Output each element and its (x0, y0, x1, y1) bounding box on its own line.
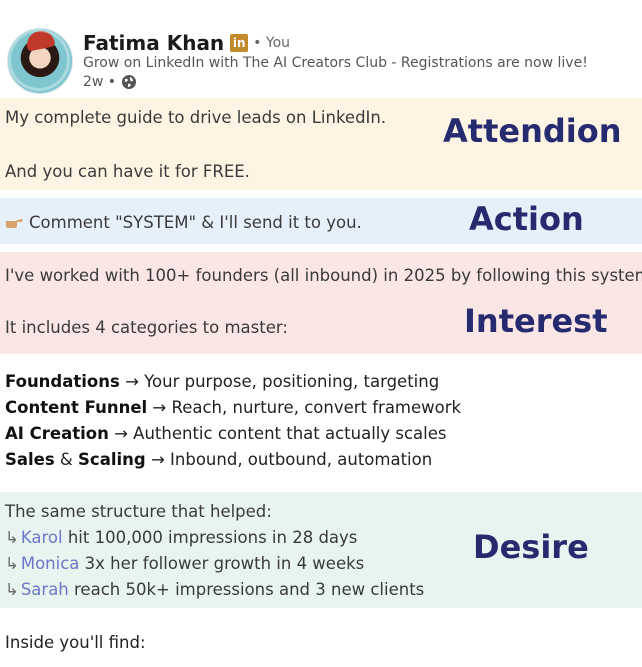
arrow-icon: ↳ (5, 580, 19, 599)
author-name[interactable]: Fatima Khan (83, 31, 224, 55)
post-time: 2w • (83, 74, 117, 90)
action-text: Comment "SYSTEM" & I'll send it to you. (29, 213, 362, 232)
desire-item-text: reach 50k+ impressions and 3 new clients (68, 580, 425, 599)
attention-section: My complete guide to drive leads on Link… (0, 98, 642, 190)
avatar[interactable] (7, 28, 73, 94)
interest-line-2: It includes 4 categories to master: (5, 318, 288, 337)
mention-link[interactable]: Karol (21, 528, 63, 547)
attention-line-1: My complete guide to drive leads on Link… (5, 108, 387, 127)
interest-line-1: I've worked with 100+ founders (all inbo… (5, 266, 642, 285)
desire-item-text: hit 100,000 impressions in 28 days (62, 528, 358, 547)
category-item-content-funnel: Content Funnel → Reach, nurture, convert… (5, 398, 461, 417)
category-title: AI Creation (5, 424, 109, 443)
interest-section: I've worked with 100+ founders (all inbo… (0, 252, 642, 354)
mention-link[interactable]: Monica (21, 554, 80, 573)
desire-item: ↳ Sarah reach 50k+ impressions and 3 new … (5, 580, 424, 599)
globe-icon (122, 75, 137, 89)
author-headline: Grow on LinkedIn with The AI Creators Cl… (83, 55, 588, 71)
interest-label: Interest (464, 302, 608, 340)
category-title-b: Scaling (78, 450, 146, 469)
footer-line: Inside you'll find: (5, 633, 146, 652)
desire-label: Desire (473, 528, 589, 566)
post-header: Fatima Khan in • You Grow on LinkedIn wi… (0, 0, 642, 96)
avatar-ring (8, 29, 70, 91)
category-desc: → Inbound, outbound, automation (145, 450, 433, 469)
desire-intro: The same structure that helped: (5, 502, 272, 521)
category-title: Content Funnel (5, 398, 148, 417)
category-title-a: Sales (5, 450, 55, 469)
linkedin-badge-icon: in (230, 34, 249, 52)
arrow-icon: ↳ (5, 554, 19, 573)
desire-item: ↳ Monica 3x her follower growth in 4 week… (5, 554, 364, 573)
mention-link[interactable]: Sarah (21, 580, 69, 599)
desire-section: The same structure that helped: ↳ Karol h… (0, 492, 642, 608)
category-amp: & (54, 450, 79, 469)
action-label: Action (469, 200, 584, 238)
category-desc: → Authentic content that actually scales (108, 424, 447, 443)
category-desc: → Your purpose, positioning, targeting (119, 372, 440, 391)
category-item-foundations: Foundations → Your purpose, positioning,… (5, 372, 439, 391)
category-desc: → Reach, nurture, convert framework (147, 398, 462, 417)
relation-label: • You (253, 35, 291, 51)
action-line: Comment "SYSTEM" & I'll send it to you. (5, 213, 362, 232)
attention-label: Attendion (443, 112, 622, 150)
desire-item-text: 3x her follower growth in 4 weeks (79, 554, 365, 573)
category-item-sales-scaling: Sales & Scaling → Inbound, outbound, aut… (5, 450, 432, 469)
category-item-ai-creation: AI Creation → Authentic content that act… (5, 424, 447, 443)
arrow-icon: ↳ (5, 528, 19, 547)
hand-pointing-icon (6, 219, 23, 228)
post-meta: 2w • (83, 74, 137, 90)
attention-line-2: And you can have it for FREE. (5, 162, 250, 181)
desire-item: ↳ Karol hit 100,000 impressions in 28 day… (5, 528, 357, 547)
author-row: Fatima Khan in • You (83, 30, 290, 56)
category-title: Foundations (5, 372, 120, 391)
action-section: Comment "SYSTEM" & I'll send it to you. … (0, 198, 642, 244)
